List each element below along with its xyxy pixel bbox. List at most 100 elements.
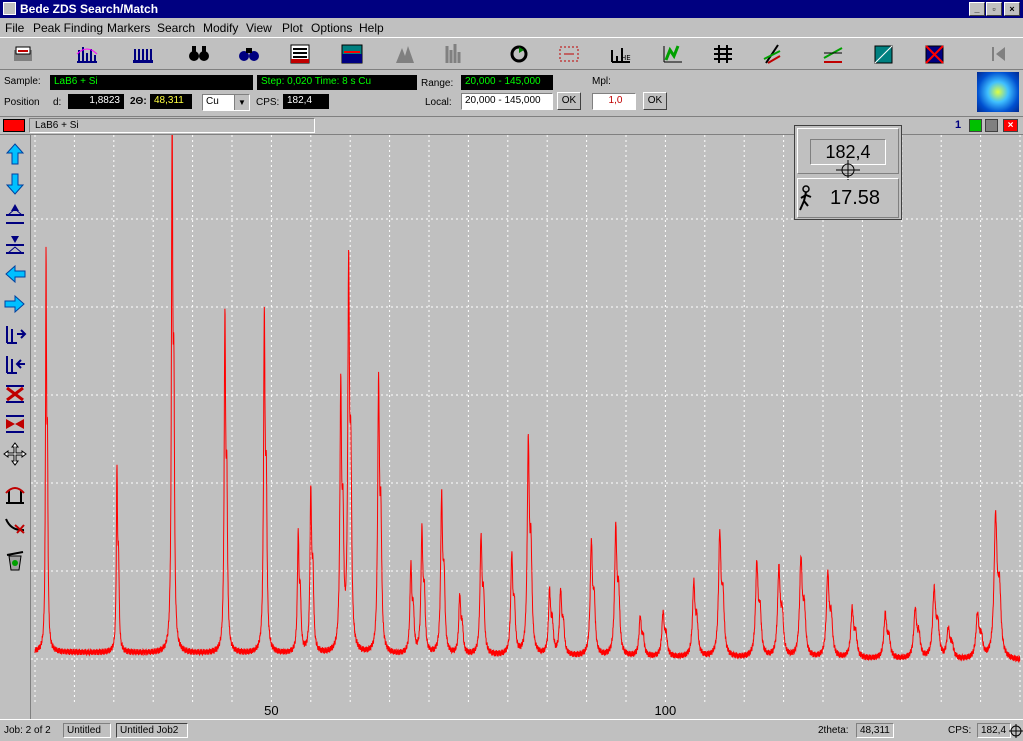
svg-text:HE: HE [621,54,631,62]
twotheta-value-field[interactable]: 48,311 [150,94,192,109]
position-label: Position [4,97,40,108]
second-readout: 17.58 [830,187,881,209]
first-icon[interactable] [985,42,1011,66]
menu-options[interactable]: Options [311,21,352,35]
plot-area[interactable]: 50 100 [31,135,1023,719]
local-range-input[interactable]: 20,000 - 145,000 [461,93,553,110]
status-twotheta-value: 48,311 [856,723,894,738]
minimize-button[interactable]: _ [969,2,985,16]
green-peak-icon[interactable] [660,42,686,66]
open-icon[interactable] [10,42,36,66]
sample-label: Sample: [4,76,41,87]
local-ok-button[interactable]: OK [557,92,581,110]
peak-point [975,607,979,611]
crosshair-status-icon [1009,724,1023,738]
mpl-input[interactable]: 1,0 [592,93,636,110]
d-label: d: [53,97,62,108]
marker-icon[interactable]: HE [608,42,634,66]
scale-down-icon[interactable] [3,231,27,257]
chevron-down-icon[interactable]: ▼ [234,95,249,110]
expand-right-icon[interactable] [3,321,27,347]
cps-value-field: 182,4 [283,94,329,109]
cross-box-icon[interactable] [922,42,948,66]
status-bar: Job: 2 of 2 Untitled Untitled Job2 2thet… [0,719,1023,741]
menu-modify[interactable]: Modify [203,21,238,35]
recycle-bin-icon[interactable] [3,547,27,573]
job-tab-untitled-job2[interactable]: Untitled Job2 [116,723,188,738]
mpl-label: Mpl: [592,76,611,87]
square-icon[interactable] [871,42,897,66]
app-logo [977,72,1019,112]
mpl-ok-button[interactable]: OK [643,92,667,110]
step-time-field: Step: 0,020 Time: 8 s Cu [257,75,417,90]
menu-plot[interactable]: Plot [282,21,303,35]
color-swatch[interactable] [3,119,25,132]
grid-icon[interactable] [710,42,736,66]
d-value-field[interactable]: 1,8823 [68,94,124,109]
arrow-left-icon[interactable] [3,261,27,287]
app-icon[interactable] [3,2,16,15]
pattern-list-icon[interactable] [287,42,313,66]
background-icon[interactable] [820,42,846,66]
arrow-down-icon[interactable] [3,171,27,197]
menu-bar: File Peak Finding Markers Search Modify … [0,18,1023,37]
cps-label: CPS: [256,97,280,108]
window-title: Bede ZDS Search/Match [20,2,159,16]
local-label: Local: [425,97,452,108]
menu-search[interactable]: Search [157,21,195,35]
twotheta-label: 2Θ: [130,96,147,107]
zoom-in-icon[interactable] [3,381,27,407]
arrow-right-icon[interactable] [3,291,27,317]
status-twotheta-label: 2theta: [818,725,849,736]
job-count: Job: 2 of 2 [4,725,51,736]
info-panel: Sample: LaB6 + Si Step: 0,020 Time: 8 s … [0,70,1023,117]
scale-up-icon[interactable] [3,201,27,227]
window-number: 1 [955,119,962,131]
green-box-icon[interactable] [969,119,982,132]
sample-field[interactable]: LaB6 + Si [50,75,253,90]
menu-file[interactable]: File [5,21,24,35]
status-cps-label: CPS: [948,725,972,736]
menu-view[interactable]: View [246,21,272,35]
expand-left-icon[interactable] [3,351,27,377]
close-button[interactable]: × [1004,2,1020,16]
menu-help[interactable]: Help [359,21,384,35]
diffraction-chart[interactable]: 50 100 [31,135,1023,719]
runner-icon [799,185,812,211]
restore-button[interactable]: ▫ [986,2,1002,16]
binoculars-icon[interactable] [186,42,212,66]
range-field: 20,000 - 145,000 [461,75,553,90]
overlay-icon[interactable] [339,42,365,66]
arrow-up-icon[interactable] [3,141,27,167]
peak-point [913,603,917,607]
menu-markers[interactable]: Markers [107,21,150,35]
anode-select-value: Cu [206,96,219,107]
zoom-box-icon[interactable] [556,42,582,66]
x-tick-label: 100 [655,703,677,718]
document-title: LaB6 + Si [29,118,315,133]
zoom-out-icon[interactable] [3,411,27,437]
stick-pattern-icon[interactable] [441,42,467,66]
x-tick-label: 50 [264,703,278,718]
search-match-icon[interactable] [236,42,262,66]
menu-peak-finding[interactable]: Peak Finding [33,21,103,35]
rotate-icon[interactable] [506,42,532,66]
range-label: Range: [421,78,454,89]
job-tab-untitled[interactable]: Untitled [63,723,111,738]
plot-tools-sidebar [0,135,31,719]
crosshair-icon [836,160,860,180]
title-bar: Bede ZDS Search/Match _ ▫ × [0,0,1023,18]
peak-marker-icon[interactable] [3,481,27,507]
slope-icon[interactable] [760,42,786,66]
close-plot-icon[interactable]: × [1003,119,1018,132]
move-icon[interactable] [3,441,27,467]
triangle-peak-icon[interactable] [392,42,418,66]
toolbar: HE [0,37,1023,70]
peak-list-icon[interactable] [130,42,156,66]
grey-box-icon[interactable] [985,119,998,132]
background-curve-icon[interactable] [3,511,27,537]
anode-select[interactable]: Cu ▼ [202,94,250,111]
cursor-readout-panel: 182,4 17.58 [794,125,902,220]
peak-search-icon[interactable] [74,42,100,66]
peak-point [946,622,950,626]
